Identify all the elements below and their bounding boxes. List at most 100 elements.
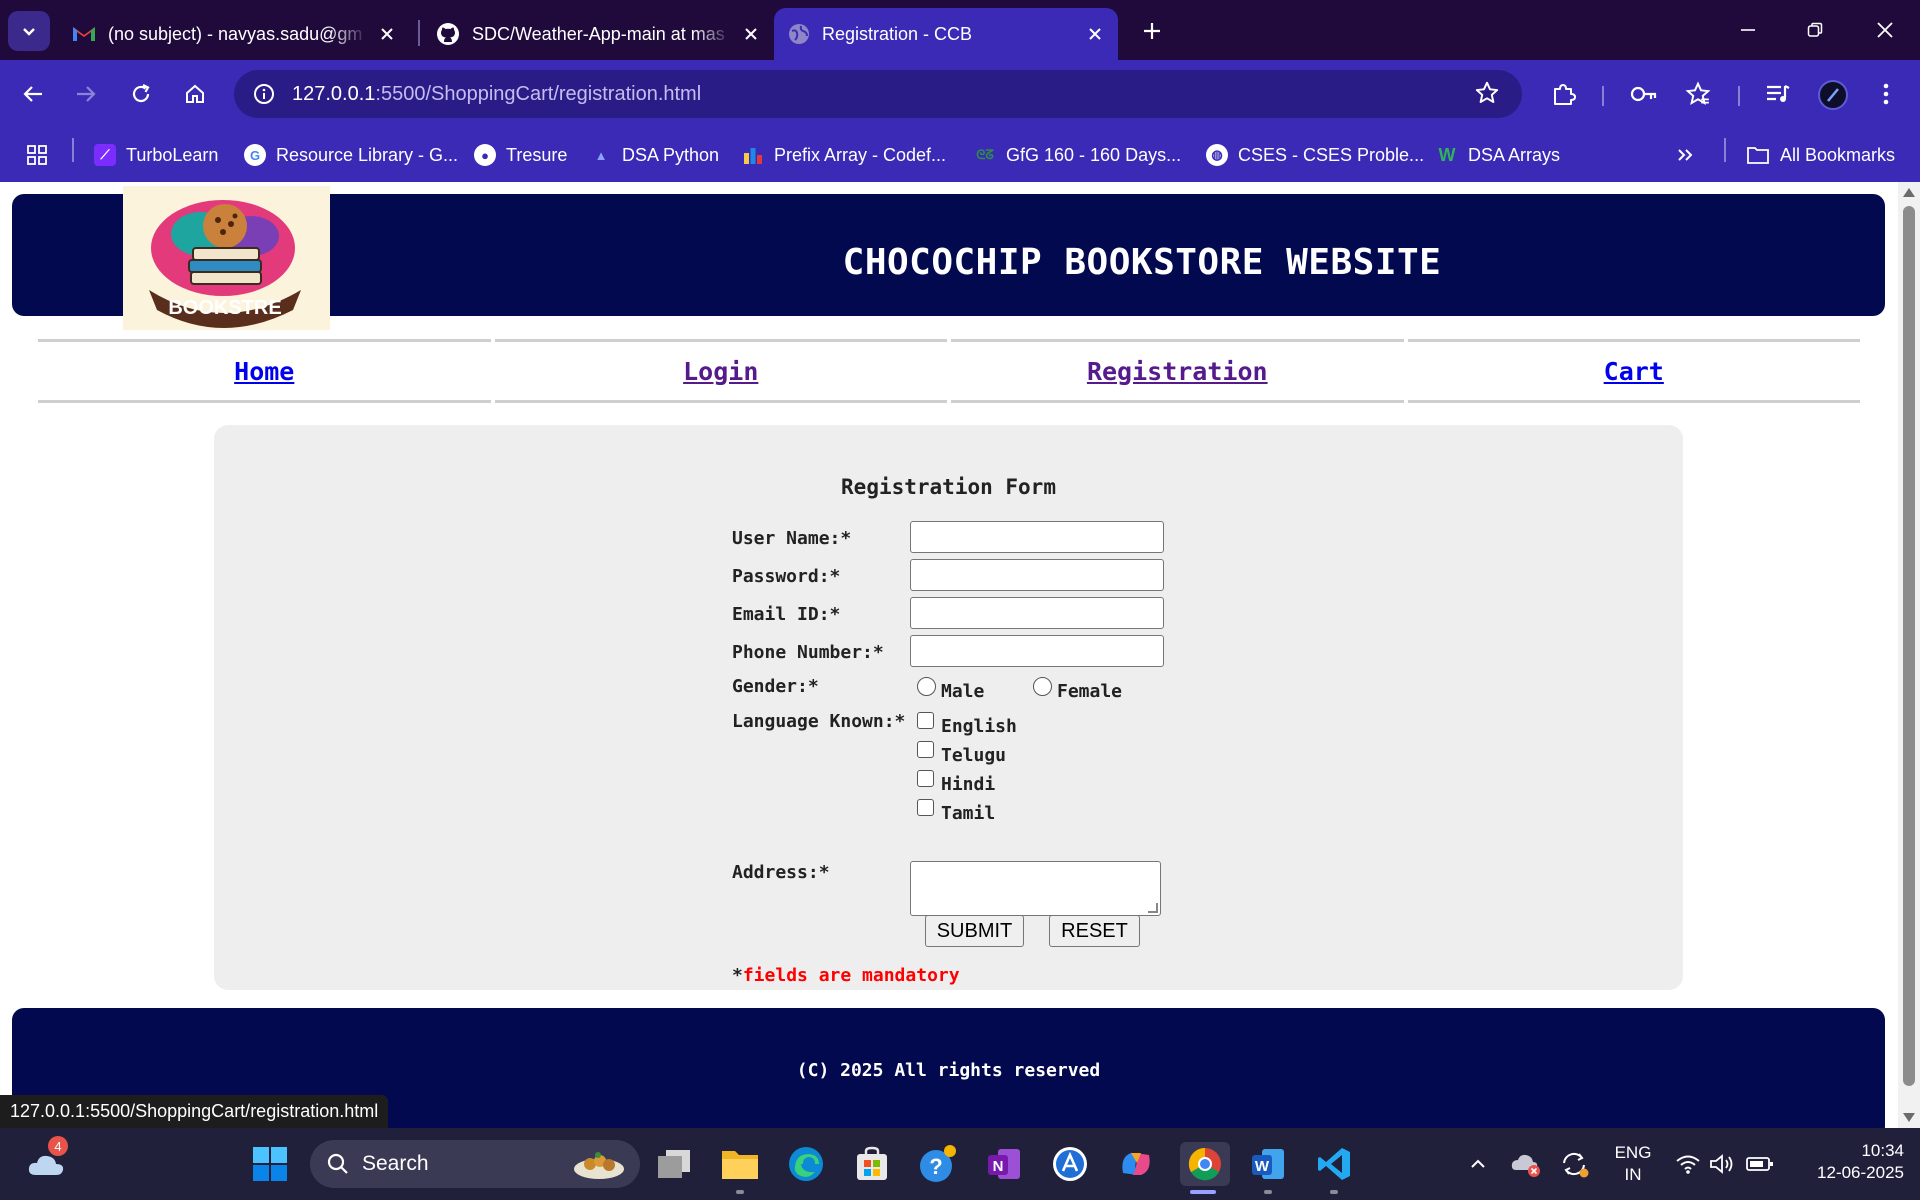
tab-search-button[interactable]	[8, 11, 50, 51]
onedrive-status[interactable]	[1504, 1142, 1548, 1186]
nav-link-cart[interactable]: Cart	[1604, 357, 1664, 386]
gender-male-radio[interactable]	[917, 677, 936, 696]
password-input[interactable]	[910, 559, 1164, 591]
more-bookmarks-button[interactable]	[1676, 140, 1694, 170]
back-button[interactable]	[13, 74, 53, 114]
vscode-icon	[1318, 1148, 1350, 1180]
language-label: Language Known:*	[732, 711, 906, 732]
nav-link-registration[interactable]: Registration	[1087, 357, 1268, 386]
chevron-up-icon	[1471, 1159, 1485, 1168]
battery-status[interactable]	[1738, 1142, 1782, 1186]
extensions-button[interactable]	[1544, 74, 1584, 114]
language-hindi-checkbox[interactable]	[917, 770, 934, 787]
apps-button[interactable]	[26, 140, 48, 170]
bookmark-resource-library[interactable]: G Resource Library - G...	[244, 140, 458, 170]
url-text[interactable]: 127.0.0.1:5500/ShoppingCart/registration…	[292, 83, 701, 106]
word-button[interactable]: W	[1246, 1142, 1290, 1186]
nav-link-login[interactable]: Login	[683, 357, 758, 386]
language-english-checkbox[interactable]	[917, 712, 934, 729]
tab-registration[interactable]: Registration - CCB	[774, 8, 1118, 60]
site-header: BOOKSTRE CHOCOCHIP BOOKSTORE WEBSITE	[12, 186, 1885, 330]
scroll-up-icon[interactable]	[1903, 188, 1915, 197]
taskbar-search[interactable]: Search	[310, 1140, 640, 1188]
restore-button[interactable]	[1790, 10, 1840, 50]
registration-form: Registration Form User Name:* Password:*…	[214, 425, 1683, 990]
scroll-down-icon[interactable]	[1903, 1113, 1915, 1122]
address-bar[interactable]: 127.0.0.1:5500/ShoppingCart/registration…	[234, 70, 1522, 118]
email-input[interactable]	[910, 597, 1164, 629]
bookmark-prefix-array[interactable]: Prefix Array - Codef...	[742, 140, 946, 170]
chrome-button[interactable]	[1180, 1142, 1230, 1186]
reset-button[interactable]: RESET	[1049, 915, 1140, 947]
app-store-button[interactable]	[1048, 1142, 1092, 1186]
bookmark-tresure[interactable]: ● Tresure	[474, 140, 567, 170]
vscode-button[interactable]	[1312, 1142, 1356, 1186]
forward-button[interactable]	[66, 74, 106, 114]
submit-button[interactable]: SUBMIT	[925, 915, 1024, 947]
minimize-button[interactable]	[1723, 10, 1773, 50]
store-button[interactable]	[850, 1142, 894, 1186]
language-telugu-checkbox[interactable]	[917, 741, 934, 758]
gender-female-radio[interactable]	[1033, 677, 1052, 696]
site-logo[interactable]: BOOKSTRE	[123, 186, 330, 330]
get-help-button[interactable]: ?	[916, 1142, 960, 1186]
bookmark-dsa-python[interactable]: ▲ DSA Python	[590, 140, 720, 170]
svg-text:N: N	[993, 1158, 1004, 1175]
close-tab-icon[interactable]	[1086, 25, 1104, 43]
file-explorer-button[interactable]	[718, 1142, 762, 1186]
phone-input[interactable]	[910, 635, 1164, 667]
bookmark-label: TurboLearn	[126, 144, 219, 165]
bookmark-cses[interactable]: ◍ CSES - CSES Proble...	[1206, 140, 1424, 170]
mandatory-note: *fields are mandatory	[732, 965, 960, 986]
logo-text: BOOKSTRE	[168, 297, 281, 319]
site-info-icon[interactable]	[246, 76, 282, 112]
github-icon	[437, 23, 459, 45]
language-tamil-checkbox[interactable]	[917, 799, 934, 816]
close-window-button[interactable]	[1860, 10, 1910, 50]
gmail-icon	[73, 27, 95, 41]
copilot-icon	[1122, 1153, 1150, 1175]
bookmark-turbolearn[interactable]: ⟋ TurboLearn	[94, 140, 218, 170]
bookmark-gfg[interactable]: ᘓᘔ GfG 160 - 160 Days...	[974, 140, 1181, 170]
resize-grip-icon[interactable]	[1148, 903, 1158, 913]
task-view-button[interactable]	[652, 1142, 696, 1186]
close-tab-icon[interactable]	[378, 25, 396, 43]
clock[interactable]: 10:34 12-06-2025	[1790, 1140, 1910, 1184]
apps-grid-icon	[27, 145, 47, 165]
reload-button[interactable]	[121, 74, 161, 114]
forward-arrow-icon	[77, 86, 96, 102]
start-button[interactable]	[248, 1142, 292, 1186]
battery-icon	[1746, 1157, 1773, 1171]
new-tab-button[interactable]	[1135, 14, 1169, 48]
show-hidden-icons-button[interactable]	[1456, 1142, 1500, 1186]
puzzle-icon	[1554, 84, 1576, 105]
plus-icon	[1144, 23, 1160, 39]
media-control-button[interactable]	[1758, 74, 1798, 114]
running-indicator	[736, 1190, 744, 1194]
address-textarea[interactable]	[910, 861, 1161, 916]
edge-button[interactable]	[784, 1142, 828, 1186]
onenote-button[interactable]: N	[982, 1142, 1026, 1186]
profile-avatar[interactable]	[1818, 80, 1848, 110]
copilot-button[interactable]	[1114, 1142, 1158, 1186]
sync-status[interactable]	[1552, 1142, 1596, 1186]
site-title: CHOCOCHIP BOOKSTORE WEBSITE	[842, 242, 1442, 283]
password-manager-button[interactable]	[1624, 74, 1664, 114]
bookmark-dsa-arrays[interactable]: W DSA Arrays	[1436, 140, 1561, 170]
page-scrollbar[interactable]	[1898, 182, 1920, 1128]
bookmark-star-icon[interactable]	[1474, 80, 1500, 111]
active-app-indicator	[1190, 1190, 1216, 1194]
nav-link-home[interactable]: Home	[234, 357, 294, 386]
home-button[interactable]	[175, 74, 215, 114]
input-language-indicator[interactable]: ENG IN	[1604, 1142, 1662, 1186]
weather-widget[interactable]: 4	[24, 1136, 68, 1186]
task-view-icon	[658, 1150, 690, 1178]
all-bookmarks-button[interactable]: All Bookmarks	[1746, 140, 1895, 170]
tab-github[interactable]: SDC/Weather-App-main at mas	[422, 8, 774, 60]
scrollbar-thumb[interactable]	[1903, 206, 1915, 1086]
close-tab-icon[interactable]	[742, 25, 760, 43]
menu-button[interactable]	[1866, 74, 1906, 114]
reading-list-button[interactable]	[1678, 74, 1718, 114]
tab-gmail[interactable]: (no subject) - navyas.sadu@gm	[58, 8, 410, 60]
username-input[interactable]	[910, 521, 1164, 553]
